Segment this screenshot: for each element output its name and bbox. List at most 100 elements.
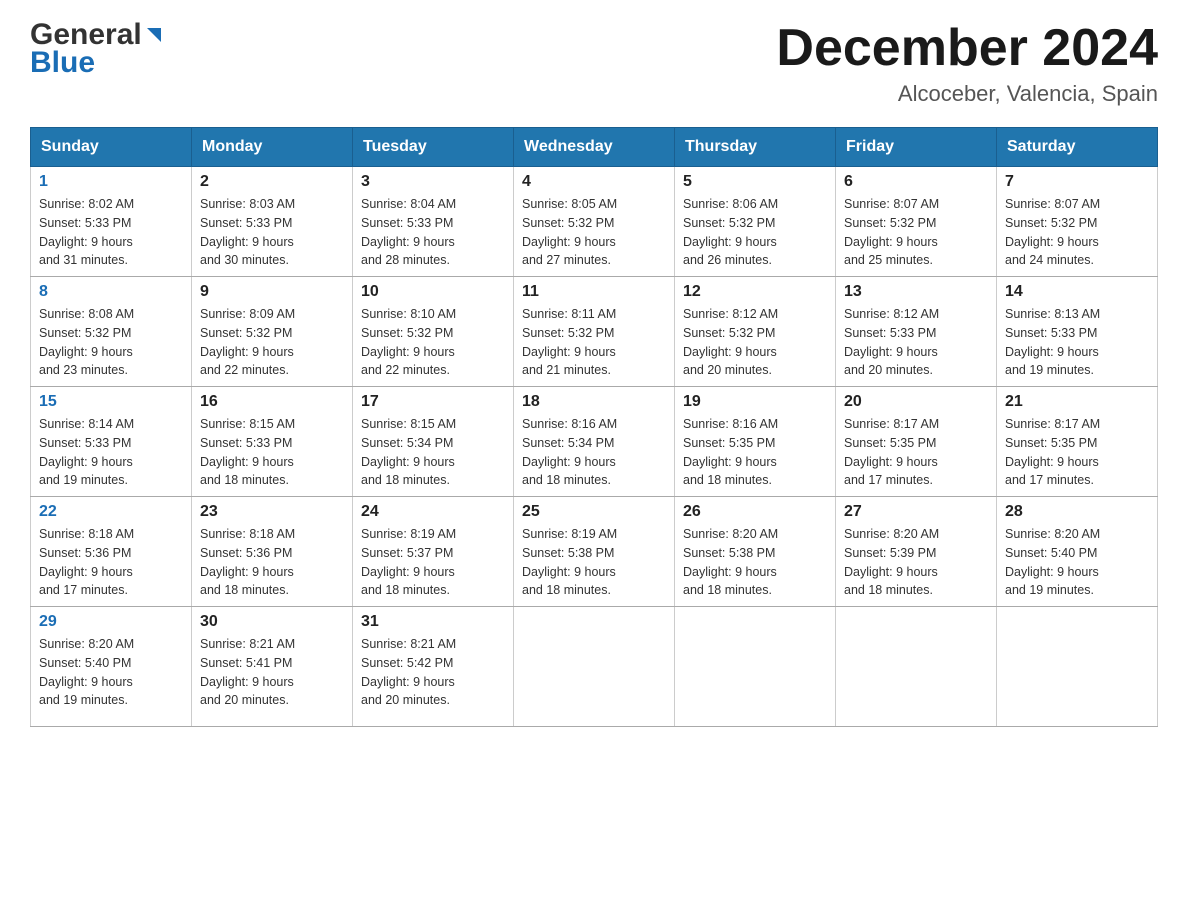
day-info: Sunrise: 8:02 AMSunset: 5:33 PMDaylight:… [39,195,183,270]
title-area: December 2024 Alcoceber, Valencia, Spain [776,20,1158,107]
calendar-cell: 16Sunrise: 8:15 AMSunset: 5:33 PMDayligh… [192,387,353,497]
calendar-cell: 11 Sunrise: 8:11 AMSunset: 5:32 PMDayligh… [514,277,675,387]
day-info: Sunrise: 8:12 AMSunset: 5:32 PMDaylight:… [683,305,827,380]
day-number: 7 [1005,173,1149,191]
day-info: Sunrise: 8:21 AMSunset: 5:42 PMDaylight:… [361,635,505,710]
day-info: Sunrise: 8:18 AMSunset: 5:36 PMDaylight:… [39,525,183,600]
day-info: Sunrise: 8:16 AMSunset: 5:34 PMDaylight:… [522,415,666,490]
calendar-cell: 4Sunrise: 8:05 AMSunset: 5:32 PMDaylight… [514,167,675,277]
day-number: 20 [844,393,988,411]
day-number: 27 [844,503,988,521]
day-number: 3 [361,173,505,191]
day-info: Sunrise: 8:17 AMSunset: 5:35 PMDaylight:… [1005,415,1149,490]
day-info: Sunrise: 8:17 AMSunset: 5:35 PMDaylight:… [844,415,988,490]
day-number: 1 [39,173,183,191]
calendar-cell: 22 Sunrise: 8:18 AMSunset: 5:36 PMDayligh… [31,497,192,607]
calendar-cell [514,607,675,727]
day-number: 22 [39,503,183,521]
day-number: 30 [200,613,344,631]
calendar-cell: 8 Sunrise: 8:08 AMSunset: 5:32 PMDaylight… [31,277,192,387]
day-info: Sunrise: 8:07 AMSunset: 5:32 PMDaylight:… [844,195,988,270]
calendar-week-row: 1 Sunrise: 8:02 AMSunset: 5:33 PMDaylight… [31,167,1158,277]
day-info: Sunrise: 8:15 AMSunset: 5:34 PMDaylight:… [361,415,505,490]
day-info: Sunrise: 8:11 AMSunset: 5:32 PMDaylight:… [522,305,666,380]
calendar-cell: 21 Sunrise: 8:17 AMSunset: 5:35 PMDayligh… [997,387,1158,497]
calendar-cell: 25 Sunrise: 8:19 AMSunset: 5:38 PMDayligh… [514,497,675,607]
day-number: 29 [39,613,183,631]
day-number: 25 [522,503,666,521]
day-number: 18 [522,393,666,411]
calendar-week-row: 29 Sunrise: 8:20 AMSunset: 5:40 PMDayligh… [31,607,1158,727]
calendar-cell: 24 Sunrise: 8:19 AMSunset: 5:37 PMDayligh… [353,497,514,607]
calendar-week-row: 22 Sunrise: 8:18 AMSunset: 5:36 PMDayligh… [31,497,1158,607]
weekday-header-sunday: Sunday [31,128,192,167]
day-info: Sunrise: 8:14 AMSunset: 5:33 PMDaylight:… [39,415,183,490]
calendar-cell [836,607,997,727]
day-info: Sunrise: 8:19 AMSunset: 5:37 PMDaylight:… [361,525,505,600]
day-info: Sunrise: 8:06 AMSunset: 5:32 PMDaylight:… [683,195,827,270]
day-info: Sunrise: 8:04 AMSunset: 5:33 PMDaylight:… [361,195,505,270]
day-info: Sunrise: 8:19 AMSunset: 5:38 PMDaylight:… [522,525,666,600]
calendar-cell: 9 Sunrise: 8:09 AMSunset: 5:32 PMDaylight… [192,277,353,387]
calendar-cell: 29 Sunrise: 8:20 AMSunset: 5:40 PMDayligh… [31,607,192,727]
calendar-week-row: 15 Sunrise: 8:14 AMSunset: 5:33 PMDayligh… [31,387,1158,497]
calendar-table: SundayMondayTuesdayWednesdayThursdayFrid… [30,127,1158,727]
day-number: 14 [1005,283,1149,301]
location-title: Alcoceber, Valencia, Spain [776,81,1158,107]
day-number: 8 [39,283,183,301]
day-number: 17 [361,393,505,411]
day-info: Sunrise: 8:09 AMSunset: 5:32 PMDaylight:… [200,305,344,380]
calendar-cell: 6 Sunrise: 8:07 AMSunset: 5:32 PMDaylight… [836,167,997,277]
day-number: 19 [683,393,827,411]
day-number: 11 [522,283,666,301]
day-number: 28 [1005,503,1149,521]
calendar-cell: 5 Sunrise: 8:06 AMSunset: 5:32 PMDaylight… [675,167,836,277]
calendar-cell: 19 Sunrise: 8:16 AMSunset: 5:35 PMDayligh… [675,387,836,497]
day-info: Sunrise: 8:13 AMSunset: 5:33 PMDaylight:… [1005,305,1149,380]
day-info: Sunrise: 8:10 AMSunset: 5:32 PMDaylight:… [361,305,505,380]
day-info: Sunrise: 8:20 AMSunset: 5:38 PMDaylight:… [683,525,827,600]
day-number: 5 [683,173,827,191]
weekday-header-friday: Friday [836,128,997,167]
calendar-cell: 18 Sunrise: 8:16 AMSunset: 5:34 PMDayligh… [514,387,675,497]
day-number: 12 [683,283,827,301]
day-info: Sunrise: 8:16 AMSunset: 5:35 PMDaylight:… [683,415,827,490]
calendar-cell: 20 Sunrise: 8:17 AMSunset: 5:35 PMDayligh… [836,387,997,497]
day-info: Sunrise: 8:12 AMSunset: 5:33 PMDaylight:… [844,305,988,380]
weekday-header-row: SundayMondayTuesdayWednesdayThursdayFrid… [31,128,1158,167]
day-number: 31 [361,613,505,631]
calendar-cell: 23 Sunrise: 8:18 AMSunset: 5:36 PMDayligh… [192,497,353,607]
calendar-cell: 13Sunrise: 8:12 AMSunset: 5:33 PMDayligh… [836,277,997,387]
day-number: 9 [200,283,344,301]
calendar-cell [675,607,836,727]
calendar-cell: 31 Sunrise: 8:21 AMSunset: 5:42 PMDayligh… [353,607,514,727]
month-title: December 2024 [776,20,1158,77]
weekday-header-wednesday: Wednesday [514,128,675,167]
day-number: 23 [200,503,344,521]
page-header: General Blue December 2024 Alcoceber, Va… [30,20,1158,107]
day-info: Sunrise: 8:15 AMSunset: 5:33 PMDaylight:… [200,415,344,490]
day-info: Sunrise: 8:05 AMSunset: 5:32 PMDaylight:… [522,195,666,270]
logo-arrow-icon [145,20,163,50]
day-info: Sunrise: 8:20 AMSunset: 5:39 PMDaylight:… [844,525,988,600]
day-number: 26 [683,503,827,521]
calendar-cell: 28Sunrise: 8:20 AMSunset: 5:40 PMDayligh… [997,497,1158,607]
day-info: Sunrise: 8:03 AMSunset: 5:33 PMDaylight:… [200,195,344,270]
day-number: 15 [39,393,183,411]
day-number: 2 [200,173,344,191]
day-info: Sunrise: 8:08 AMSunset: 5:32 PMDaylight:… [39,305,183,380]
weekday-header-thursday: Thursday [675,128,836,167]
calendar-cell: 26 Sunrise: 8:20 AMSunset: 5:38 PMDayligh… [675,497,836,607]
calendar-cell: 17 Sunrise: 8:15 AMSunset: 5:34 PMDayligh… [353,387,514,497]
weekday-header-saturday: Saturday [997,128,1158,167]
day-info: Sunrise: 8:18 AMSunset: 5:36 PMDaylight:… [200,525,344,600]
calendar-cell: 27 Sunrise: 8:20 AMSunset: 5:39 PMDayligh… [836,497,997,607]
weekday-header-monday: Monday [192,128,353,167]
day-number: 6 [844,173,988,191]
day-info: Sunrise: 8:20 AMSunset: 5:40 PMDaylight:… [39,635,183,710]
day-number: 24 [361,503,505,521]
calendar-cell: 14 Sunrise: 8:13 AMSunset: 5:33 PMDayligh… [997,277,1158,387]
day-number: 10 [361,283,505,301]
calendar-week-row: 8 Sunrise: 8:08 AMSunset: 5:32 PMDaylight… [31,277,1158,387]
day-number: 21 [1005,393,1149,411]
